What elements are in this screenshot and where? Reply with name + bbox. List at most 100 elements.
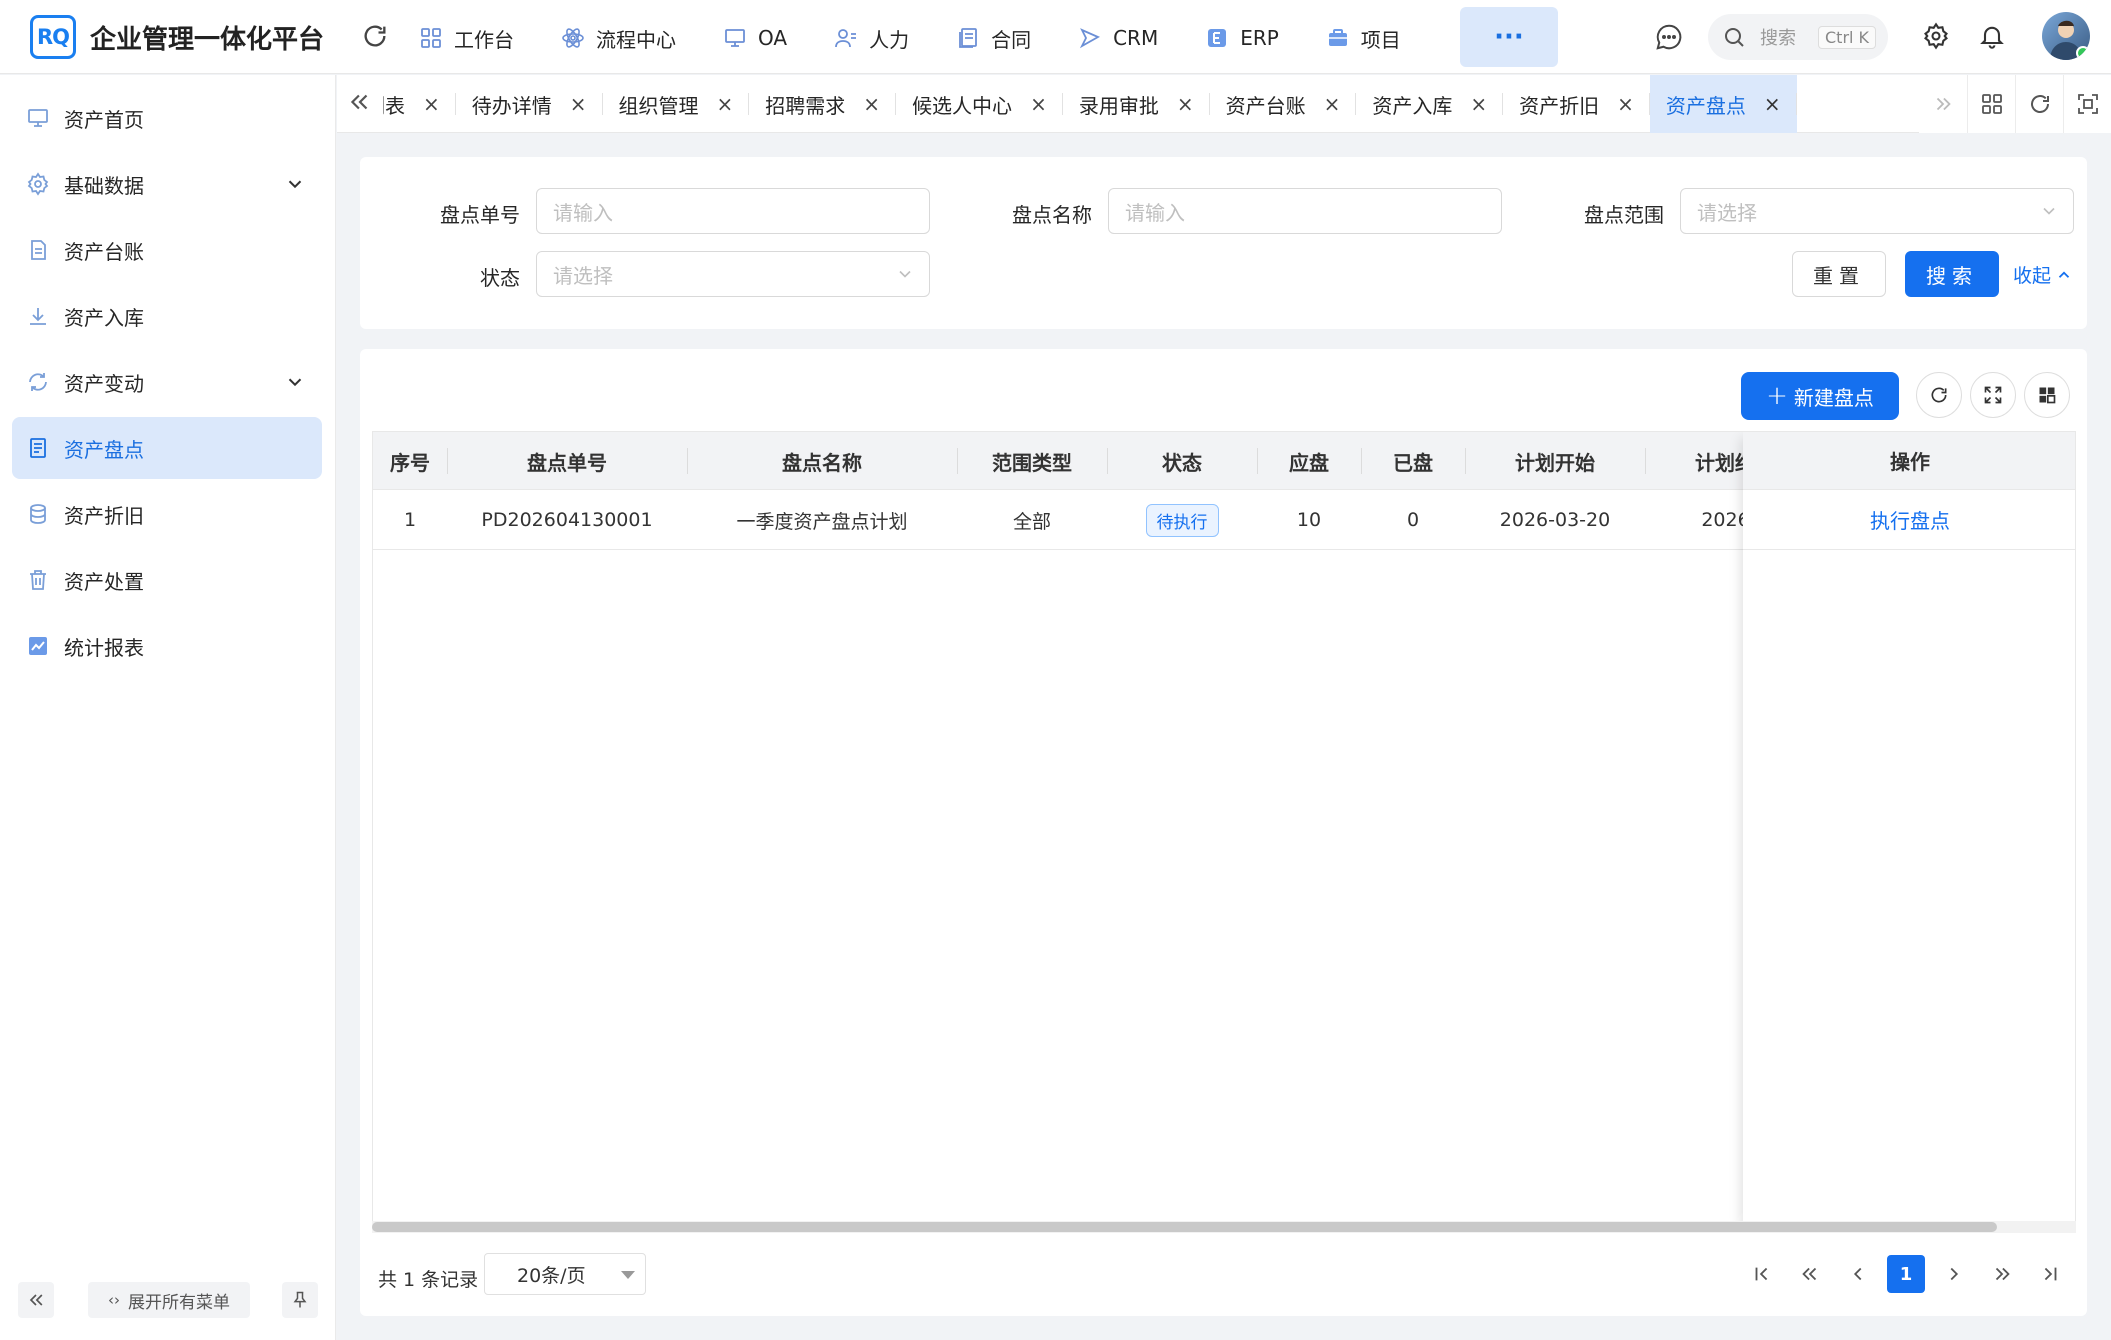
close-icon[interactable]: × bbox=[1764, 92, 1781, 116]
table-panel: + 新建盘点 序号 盘点单号 盘点名称 范围类型 状态 应盘 已盘 计划开始 计… bbox=[360, 349, 2087, 1316]
first-page-icon[interactable] bbox=[1743, 1255, 1781, 1293]
tab-list: 列表 × 待办详情 × 组织管理 × 招聘需求 × 候选人中心 × 录用审批 × 资产台账 ×… bbox=[383, 75, 2111, 133]
close-icon[interactable]: × bbox=[863, 92, 880, 116]
refresh-icon[interactable] bbox=[2015, 75, 2063, 133]
scrollbar-thumb[interactable] bbox=[372, 1222, 1997, 1232]
action-cell: 执行盘点 bbox=[1743, 490, 2075, 550]
topnav-hr[interactable]: 人力 bbox=[833, 14, 909, 62]
search-shortcut: Ctrl K bbox=[1818, 25, 1877, 49]
cell-expected: 10 bbox=[1296, 509, 1322, 531]
tab-candidate-center[interactable]: 候选人中心 × bbox=[896, 75, 1063, 133]
close-icon[interactable]: × bbox=[1177, 92, 1194, 116]
sidebar-item-asset-disposal[interactable]: 资产处置 bbox=[12, 549, 322, 611]
column-settings-button[interactable] bbox=[2024, 372, 2070, 418]
fullscreen-table-button[interactable] bbox=[1970, 372, 2016, 418]
sidebar-item-statistics[interactable]: 统计报表 bbox=[12, 615, 322, 677]
global-search[interactable]: 搜索 Ctrl K bbox=[1708, 14, 1888, 60]
tab-asset-inventory[interactable]: 资产盘点 × bbox=[1649, 75, 1797, 133]
order-no-input[interactable]: 请输入 bbox=[536, 188, 930, 234]
tab-asset-depreciation[interactable]: 资产折旧 × bbox=[1503, 75, 1650, 133]
next-page-icon[interactable] bbox=[1935, 1255, 1973, 1293]
plus-icon: + bbox=[1766, 381, 1788, 411]
execute-inventory-link[interactable]: 执行盘点 bbox=[1870, 505, 1950, 534]
close-icon[interactable]: × bbox=[1324, 92, 1341, 116]
user-avatar[interactable] bbox=[2042, 12, 2090, 60]
tab-tools bbox=[1919, 75, 2111, 133]
expand-all-label: 展开所有菜单 bbox=[128, 1292, 230, 1313]
topnav-workbench[interactable]: 工作台 bbox=[418, 14, 514, 62]
tab-list-page[interactable]: 列表 × bbox=[383, 75, 456, 133]
app-logo[interactable]: RQ bbox=[30, 15, 76, 59]
close-icon[interactable]: × bbox=[1030, 92, 1047, 116]
tab-asset-inbound[interactable]: 资产入库 × bbox=[1356, 75, 1503, 133]
monitor-icon bbox=[26, 106, 50, 130]
chat-icon[interactable] bbox=[1654, 22, 1684, 52]
cell-index: 1 bbox=[403, 509, 417, 531]
sidebar-item-asset-inventory[interactable]: 资产盘点 bbox=[12, 417, 322, 479]
sidebar-item-asset-depreciation[interactable]: 资产折旧 bbox=[12, 483, 322, 545]
scope-select[interactable]: 请选择 bbox=[1680, 188, 2074, 234]
tab-hire-approval[interactable]: 录用审批 × bbox=[1063, 75, 1210, 133]
refresh-icon[interactable] bbox=[361, 22, 389, 50]
sidebar-item-asset-change[interactable]: 资产变动 bbox=[12, 351, 322, 413]
topnav-label: OA bbox=[758, 26, 788, 50]
topnav-erp[interactable]: ERP bbox=[1204, 14, 1279, 62]
close-icon[interactable]: × bbox=[717, 92, 734, 116]
horizontal-scrollbar[interactable] bbox=[372, 1221, 2076, 1233]
tab-todo-detail[interactable]: 待办详情 × bbox=[456, 75, 603, 133]
fullscreen-icon[interactable] bbox=[2063, 75, 2111, 133]
bell-icon[interactable] bbox=[1978, 22, 2006, 50]
close-icon[interactable]: × bbox=[423, 92, 440, 116]
current-page-button[interactable]: 1 bbox=[1887, 1255, 1925, 1293]
name-input[interactable]: 请输入 bbox=[1108, 188, 1502, 234]
sidebar-footer: ‹› 展开所有菜单 bbox=[0, 1266, 336, 1340]
tab-label: 资产盘点 bbox=[1665, 93, 1746, 118]
inventory-table: 序号 盘点单号 盘点名称 范围类型 状态 应盘 已盘 计划开始 计划结束 1 P… bbox=[372, 431, 2076, 1233]
topnav-crm[interactable]: CRM bbox=[1077, 14, 1158, 62]
double-chevron-left-icon[interactable] bbox=[347, 89, 375, 117]
jump-prev-icon[interactable] bbox=[1791, 1255, 1829, 1293]
refresh-table-button[interactable] bbox=[1916, 372, 1962, 418]
close-icon[interactable]: × bbox=[1617, 92, 1634, 116]
topnav-workflow[interactable]: 流程中心 bbox=[560, 14, 676, 62]
prev-page-icon[interactable] bbox=[1839, 1255, 1877, 1293]
logo-text: RQ bbox=[36, 25, 70, 49]
oa-icon bbox=[722, 25, 748, 51]
tab-label: 录用审批 bbox=[1078, 93, 1159, 118]
double-chevron-right-icon[interactable] bbox=[1919, 75, 1967, 133]
last-page-icon[interactable] bbox=[2031, 1255, 2069, 1293]
settings-icon[interactable] bbox=[1922, 22, 1950, 50]
new-inventory-button[interactable]: + 新建盘点 bbox=[1741, 372, 1899, 420]
column-header: 计划开始 bbox=[1515, 450, 1595, 475]
grid-icon[interactable] bbox=[1967, 75, 2015, 133]
close-icon[interactable]: × bbox=[570, 92, 587, 116]
topnav-project[interactable]: 项目 bbox=[1325, 14, 1401, 62]
new-inventory-label: 新建盘点 bbox=[1793, 385, 1874, 410]
sidebar-item-asset-home[interactable]: 资产首页 bbox=[12, 87, 322, 149]
topnav-oa[interactable]: OA bbox=[722, 14, 787, 62]
collapse-search-button[interactable]: 收起 bbox=[2013, 261, 2073, 288]
sidebar-item-basic-data[interactable]: 基础数据 bbox=[12, 153, 322, 215]
sidebar: 资产首页 基础数据 资产台账 资产入库 资产变动 资产盘点 资产折旧 资产处置 … bbox=[0, 75, 336, 1340]
reset-button[interactable]: 重置 bbox=[1792, 251, 1886, 297]
page-size-select[interactable]: 20条/页 bbox=[484, 1253, 646, 1295]
pin-icon[interactable] bbox=[282, 1282, 318, 1318]
search-form: 盘点单号 请输入 盘点名称 请输入 盘点范围 请选择 状态 请选择 重置 搜索 … bbox=[360, 157, 2087, 329]
more-menu-button[interactable]: ··· bbox=[1460, 7, 1558, 67]
jump-next-icon[interactable] bbox=[1983, 1255, 2021, 1293]
close-icon[interactable]: × bbox=[1470, 92, 1487, 116]
cell-scope: 全部 bbox=[1012, 510, 1051, 533]
tab-bar: 列表 × 待办详情 × 组织管理 × 招聘需求 × 候选人中心 × 录用审批 × 资产台账 ×… bbox=[337, 75, 2111, 133]
sidebar-item-asset-inbound[interactable]: 资产入库 bbox=[12, 285, 322, 347]
status-select[interactable]: 请选择 bbox=[536, 251, 930, 297]
expand-all-menus-button[interactable]: ‹› 展开所有菜单 bbox=[88, 1282, 250, 1318]
sidebar-item-asset-ledger[interactable]: 资产台账 bbox=[12, 219, 322, 281]
chevron-up-icon bbox=[2055, 266, 2073, 284]
collapse-sidebar-button[interactable] bbox=[18, 1282, 54, 1318]
tab-org-management[interactable]: 组织管理 × bbox=[603, 75, 750, 133]
topnav-contract[interactable]: 合同 bbox=[955, 14, 1031, 62]
project-icon bbox=[1325, 25, 1351, 51]
tab-recruit-demand[interactable]: 招聘需求 × bbox=[749, 75, 896, 133]
tab-asset-ledger[interactable]: 资产台账 × bbox=[1210, 75, 1357, 133]
search-button[interactable]: 搜索 bbox=[1905, 251, 1999, 297]
